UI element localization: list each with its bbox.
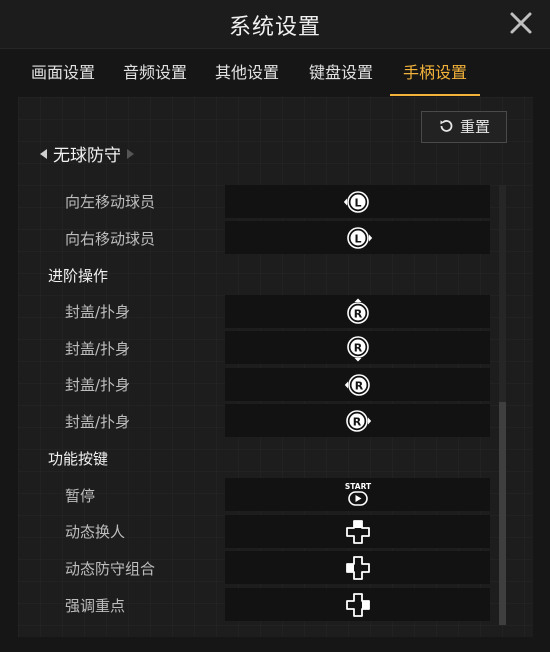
binding-block-3[interactable]: R	[225, 368, 490, 401]
binding-move-left[interactable]: L	[225, 185, 490, 218]
binding-dynamic-switch[interactable]	[225, 515, 490, 548]
binding-block-2[interactable]: R	[225, 331, 490, 364]
svg-text:R: R	[353, 341, 362, 354]
start-button-icon: START	[344, 482, 372, 506]
left-stick-right-icon: L	[346, 226, 372, 249]
right-stick-down-icon: R	[346, 335, 369, 361]
tab-audio[interactable]: 音频设置	[110, 52, 200, 94]
dpad-left-icon	[345, 555, 370, 580]
next-mode-arrow-icon[interactable]	[127, 149, 134, 159]
row-label-dynamic-switch: 动态换人	[65, 523, 126, 541]
prev-mode-arrow-icon[interactable]	[40, 149, 47, 159]
tab-display[interactable]: 画面设置	[18, 52, 108, 94]
scrollbar-thumb[interactable]	[499, 402, 506, 625]
svg-text:R: R	[354, 379, 363, 392]
mode-selector: 无球防守	[40, 145, 134, 167]
dpad-up-icon	[345, 519, 370, 544]
binding-dynamic-defense[interactable]	[225, 551, 490, 584]
tab-other[interactable]: 其他设置	[202, 52, 292, 94]
reset-label: 重置	[459, 118, 490, 136]
right-stick-right-icon: R	[345, 409, 371, 432]
row-label-move-left: 向左移动球员	[65, 193, 156, 211]
window-title: 系统设置	[228, 15, 321, 40]
start-text: START	[344, 482, 371, 491]
left-stick-left-icon: L	[343, 190, 369, 213]
svg-text:L: L	[354, 232, 361, 245]
binding-block-4[interactable]: R	[225, 404, 490, 437]
close-button[interactable]	[508, 10, 534, 36]
binding-emphasize[interactable]	[225, 588, 490, 621]
section-advanced: 进阶操作	[48, 267, 109, 285]
title-bar: 系统设置	[0, 0, 550, 49]
tab-keyboard[interactable]: 键盘设置	[296, 52, 386, 94]
row-label-block-1: 封盖/扑身	[65, 303, 131, 321]
reset-icon	[440, 120, 453, 132]
reset-button[interactable]: 重置	[421, 111, 507, 143]
row-label-move-right: 向右移动球员	[65, 230, 156, 248]
row-label-block-3: 封盖/扑身	[65, 376, 131, 394]
section-function: 功能按键	[48, 450, 109, 468]
row-label-pause: 暂停	[65, 487, 96, 505]
dpad-right-icon	[345, 592, 370, 617]
svg-text:R: R	[353, 307, 362, 320]
tab-gamepad[interactable]: 手柄设置	[390, 52, 480, 96]
settings-panel: 重置 无球防守 向左移动球员 L 向右移动球员 L 进阶操作 封盖/扑身 R 封…	[18, 97, 533, 637]
svg-text:L: L	[354, 196, 361, 209]
right-stick-up-icon: R	[346, 298, 369, 324]
binding-block-1[interactable]: R	[225, 295, 490, 328]
close-icon	[510, 12, 532, 34]
row-label-block-2: 封盖/扑身	[65, 340, 131, 358]
binding-move-right[interactable]: L	[225, 221, 490, 254]
row-label-block-4: 封盖/扑身	[65, 413, 131, 431]
row-label-emphasize: 强调重点	[65, 597, 126, 615]
svg-text:R: R	[352, 415, 361, 428]
row-label-dynamic-defense: 动态防守组合	[65, 560, 156, 578]
mode-label: 无球防守	[53, 146, 121, 166]
binding-pause[interactable]: START	[225, 478, 490, 511]
right-stick-left-icon: R	[344, 373, 370, 396]
tab-bar: 画面设置 音频设置 其他设置 键盘设置 手柄设置	[18, 52, 538, 96]
